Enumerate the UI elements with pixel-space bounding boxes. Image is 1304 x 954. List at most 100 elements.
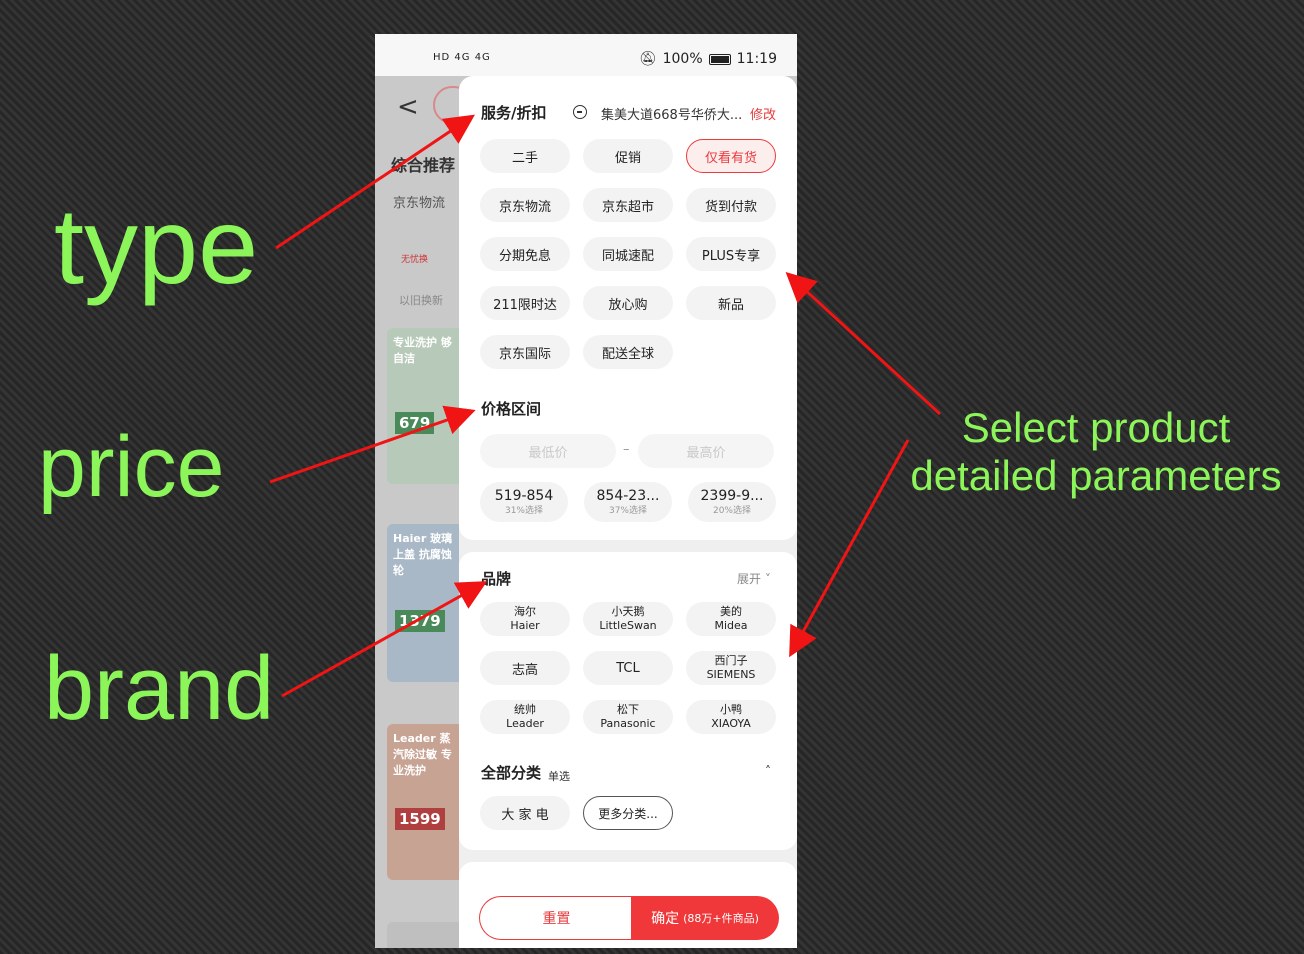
brand-cn: 小鸭 — [720, 703, 742, 716]
product-price: 679 — [395, 412, 435, 434]
brand-en: Panasonic — [600, 717, 656, 730]
category-chip[interactable]: 大 家 电 — [480, 796, 570, 830]
service-chip[interactable]: 211限时达 — [480, 286, 570, 320]
service-title: 服务/折扣 — [481, 104, 547, 122]
brand-cn: 海尔 — [514, 605, 536, 618]
service-chip[interactable]: 分期免息 — [480, 237, 570, 271]
service-chip[interactable]: 二手 — [480, 139, 570, 173]
annotation-brand: brand — [44, 639, 275, 739]
product-price: 1599 — [395, 808, 445, 830]
clock: 11:19 — [736, 51, 777, 67]
annotation-select-params: Select product detailed parameters — [898, 404, 1294, 500]
category-title: 全部分类 — [481, 764, 542, 782]
brand-chip[interactable]: TCL — [583, 651, 673, 685]
delivery-address[interactable]: 集美大道668号华侨大... — [601, 104, 749, 123]
phone-screen: HD 4G 4G 🔕︎ 100% 11:19 < 综合推荐 京东物流 无忧换 以… — [375, 34, 797, 948]
price-range-percent: 20%选择 — [712, 505, 751, 516]
confirm-label: 确定 — [651, 911, 680, 927]
brand-cn: 小天鹅 — [611, 605, 645, 618]
brand-category-panel: 品牌 展开 ˅ 海尔 Haier 小天鹅 LittleSwan 美的 Midea 志高… — [459, 552, 797, 850]
filter-sheet: 服务/折扣 集美大道668号华侨大... 修改 二手 促销 仅看有货 京东物流 … — [459, 76, 797, 948]
arrow-to-service-chips — [785, 271, 942, 416]
price-range-percent: 31%选择 — [504, 505, 543, 516]
action-bar: 重置 确定 (88万+件商品) — [459, 882, 797, 948]
tradein-tag: 以旧换新 — [399, 294, 443, 307]
brand-expand-toggle[interactable]: 展开 ˅ — [737, 570, 771, 587]
brand-cn: 西门子 — [714, 654, 748, 667]
product-card-text: Haier 玻璃上盖 抗腐蚀轮 — [393, 532, 453, 577]
service-chip[interactable]: 货到付款 — [686, 188, 776, 222]
service-price-panel: 服务/折扣 集美大道668号华侨大... 修改 二手 促销 仅看有货 京东物流 … — [459, 76, 797, 540]
brand-en: Leader — [506, 717, 544, 730]
brand-cn: 统帅 — [514, 703, 536, 716]
price-title: 价格区间 — [481, 400, 542, 418]
annotation-price: price — [38, 419, 225, 515]
status-bar: HD 4G 4G 🔕︎ 100% 11:19 — [375, 34, 797, 76]
product-card[interactable]: 专业洗护 够自洁 679 — [387, 328, 465, 484]
product-price: 1379 — [395, 610, 445, 632]
service-chip[interactable]: 新品 — [686, 286, 776, 320]
category-mode: 单选 — [548, 770, 570, 783]
price-range-chip[interactable]: 2399-9... 20%选择 — [688, 482, 776, 522]
brand-cn: 松下 — [617, 703, 639, 716]
arrow-to-brand-chips — [789, 439, 910, 658]
confirm-button[interactable]: 确定 (88万+件商品) — [631, 896, 779, 940]
filter-chip[interactable]: 京东物流 — [393, 192, 445, 211]
more-categories-chip[interactable]: 更多分类... — [583, 796, 673, 830]
service-chip-in-stock[interactable]: 仅看有货 — [686, 139, 776, 173]
price-dash: – — [623, 442, 630, 457]
status-right: 🔕︎ 100% 11:19 — [639, 51, 777, 67]
sort-title[interactable]: 综合推荐 — [391, 152, 455, 176]
product-card[interactable]: Haier 玻璃上盖 抗腐蚀轮 1379 — [387, 524, 465, 682]
service-chip[interactable]: 京东超市 — [583, 188, 673, 222]
service-chip[interactable]: 京东国际 — [480, 335, 570, 369]
annotation-select-line1: Select product — [961, 404, 1231, 451]
address-edit-link[interactable]: 修改 — [750, 104, 776, 123]
min-price-input[interactable]: 最低价 — [480, 434, 616, 468]
brand-chip[interactable]: 西门子 SIEMENS — [686, 651, 776, 685]
product-card[interactable] — [387, 922, 465, 948]
product-card[interactable]: Leader 蒸汽除过敏 专业洗护 1599 — [387, 724, 465, 880]
brand-chip[interactable]: 小天鹅 LittleSwan — [583, 602, 673, 636]
annotation-type: type — [54, 185, 259, 306]
max-price-input[interactable]: 最高价 — [638, 434, 774, 468]
price-range-chip[interactable]: 519-854 31%选择 — [480, 482, 568, 522]
service-chip[interactable]: 放心购 — [583, 286, 673, 320]
price-range-value: 854-23... — [596, 487, 660, 504]
service-chip[interactable]: 促销 — [583, 139, 673, 173]
battery-icon — [708, 53, 731, 65]
product-card-text: 专业洗护 够自洁 — [393, 336, 452, 365]
brand-title: 品牌 — [481, 570, 512, 588]
reset-button[interactable]: 重置 — [479, 896, 633, 940]
brand-chip[interactable]: 小鸭 XIAOYA — [686, 700, 776, 734]
mute-bell-icon: 🔕︎ — [638, 51, 657, 67]
brand-chip[interactable]: 美的 Midea — [686, 602, 776, 636]
price-range-value: 519-854 — [494, 487, 554, 504]
brand-en: Midea — [714, 619, 748, 632]
brand-en: XIAOYA — [711, 717, 751, 730]
signal-indicators: HD 4G 4G — [433, 52, 491, 63]
chevron-up-icon[interactable]: ˄ — [765, 764, 771, 778]
service-chip[interactable]: 配送全球 — [583, 335, 673, 369]
brand-en: SIEMENS — [706, 668, 756, 681]
price-range-chip[interactable]: 854-23... 37%选择 — [584, 482, 672, 522]
result-count: (88万+件商品) — [683, 912, 759, 925]
brand-chip[interactable]: 统帅 Leader — [480, 700, 570, 734]
price-range-value: 2399-9... — [700, 487, 764, 504]
annotation-select-line2: detailed parameters — [910, 452, 1282, 499]
brand-chip[interactable]: 海尔 Haier — [480, 602, 570, 636]
heart-tag: 无忧换 — [401, 255, 429, 265]
battery-percent: 100% — [662, 51, 703, 67]
brand-cn: 美的 — [720, 605, 742, 618]
brand-chip[interactable]: 松下 Panasonic — [583, 700, 673, 734]
brand-en: Haier — [510, 619, 540, 632]
brand-chip[interactable]: 志高 — [480, 651, 570, 685]
service-chip[interactable]: 京东物流 — [480, 188, 570, 222]
service-chip[interactable]: 同城速配 — [583, 237, 673, 271]
price-range-percent: 37%选择 — [608, 505, 647, 516]
brand-en: LittleSwan — [599, 619, 657, 632]
back-arrow-icon[interactable]: < — [397, 92, 419, 122]
product-card-text: Leader 蒸汽除过敏 专业洗护 — [393, 732, 452, 777]
service-chip[interactable]: PLUS专享 — [686, 237, 776, 271]
location-icon — [573, 105, 587, 119]
